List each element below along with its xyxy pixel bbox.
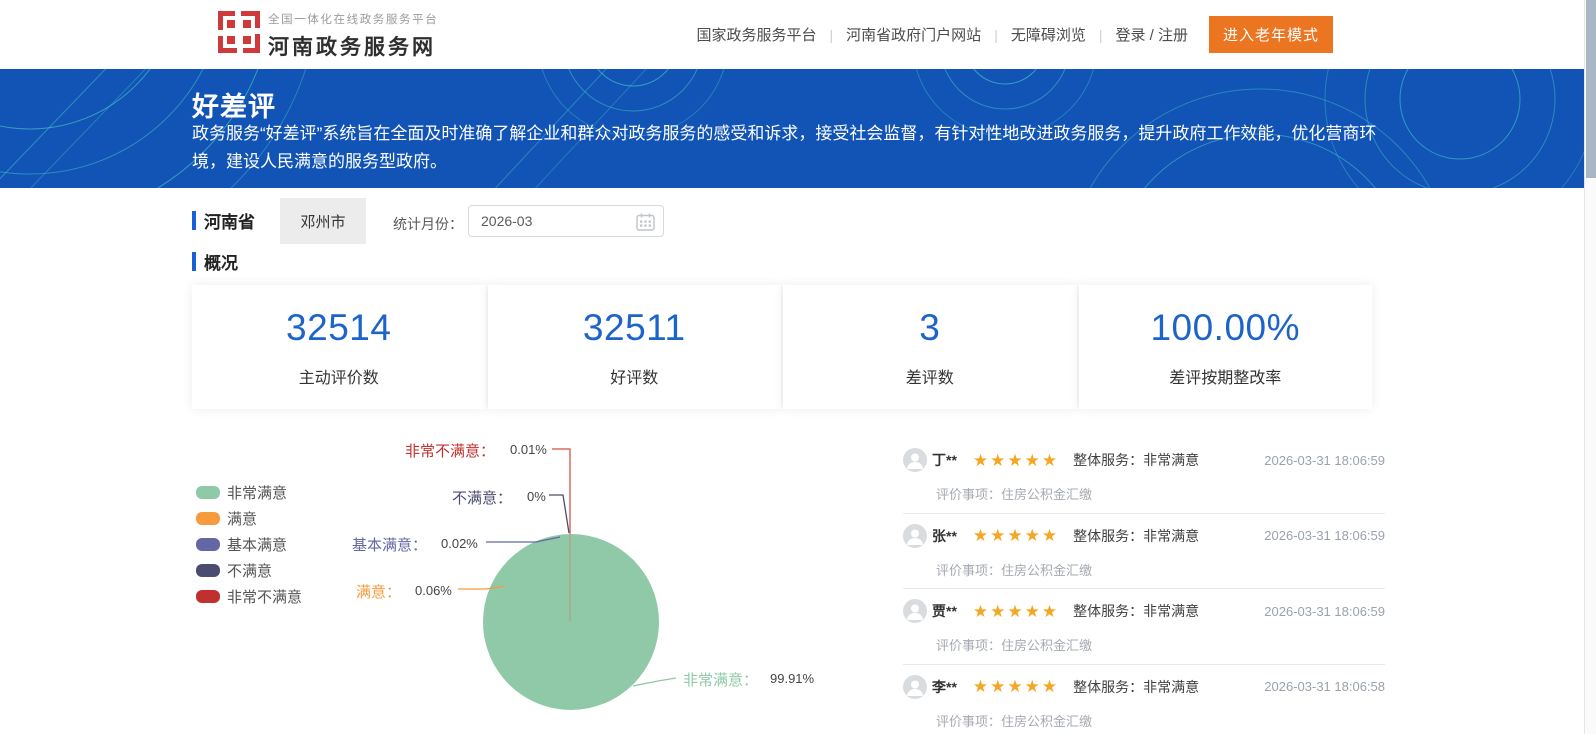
gov-logo-icon: [216, 9, 262, 55]
reviewer-name: 李**: [932, 677, 957, 697]
nav-link-national-platform[interactable]: 国家政务服务平台: [697, 24, 817, 45]
nav-separator: |: [994, 27, 998, 43]
page-title: 好差评: [192, 85, 276, 124]
legend-item-basically-satisfied[interactable]: 基本满意: [196, 536, 302, 552]
stat-card-total-evaluations: 32514 主动评价数: [192, 285, 486, 409]
page-scrollbar[interactable]: [1584, 0, 1596, 734]
review-matter: 评价事项：住房公积金汇缴: [936, 484, 1385, 503]
legend-swatch-icon: [196, 538, 220, 551]
review-list: 丁** ★★★★★ 整体服务：非常满意 2026-03-31 18:06:59 …: [903, 438, 1385, 740]
page-banner: 好差评 政务服务“好差评”系统旨在全面及时准确了解企业和群众对政务服务的感受和诉…: [0, 69, 1584, 188]
legend-item-satisfied[interactable]: 满意: [196, 510, 302, 526]
stat-label: 好评数: [610, 364, 658, 388]
star-rating-icon: ★★★★★: [973, 527, 1059, 544]
review-matter: 评价事项：住房公积金汇缴: [936, 711, 1385, 730]
month-picker[interactable]: [468, 205, 664, 237]
review-item: 丁** ★★★★★ 整体服务：非常满意 2026-03-31 18:06:59 …: [903, 438, 1385, 514]
legend-item-very-satisfied[interactable]: 非常满意: [196, 484, 302, 500]
stat-label: 主动评价数: [299, 364, 379, 388]
reviewer-name: 张**: [932, 526, 957, 546]
review-item: 张** ★★★★★ 整体服务：非常满意 2026-03-31 18:06:59 …: [903, 514, 1385, 590]
province-heading: 河南省: [192, 208, 255, 233]
overview-heading: 概况: [192, 249, 238, 274]
nav-link-henan-portal[interactable]: 河南省政府门户网站: [846, 24, 981, 45]
pie-slice-very-satisfied: [483, 534, 659, 710]
province-name: 河南省: [204, 208, 255, 233]
overall-service-rating: 整体服务：非常满意: [1073, 601, 1199, 621]
pie-label-basically-satisfied: 基本满意：: [352, 534, 427, 555]
pie-label-dissatisfied: 不满意：: [452, 487, 512, 508]
overall-service-rating: 整体服务：非常满意: [1073, 677, 1199, 697]
review-matter: 评价事项：住房公积金汇缴: [936, 635, 1385, 654]
star-rating-icon: ★★★★★: [973, 603, 1059, 620]
review-timestamp: 2026-03-31 18:06:58: [1264, 679, 1385, 694]
review-timestamp: 2026-03-31 18:06:59: [1264, 528, 1385, 543]
stat-value: 3: [919, 307, 940, 349]
reviewer-name: 贾**: [932, 601, 957, 621]
legend-swatch-icon: [196, 564, 220, 577]
scrollbar-thumb[interactable]: [1586, 0, 1596, 178]
calendar-icon[interactable]: [636, 213, 655, 231]
reviewer-name: 丁**: [932, 450, 957, 470]
overall-service-rating: 整体服务：非常满意: [1073, 450, 1199, 470]
stat-value: 32514: [286, 307, 391, 349]
overview-stat-cards: 32514 主动评价数 32511 好评数 3 差评数 100.00% 差评按期…: [192, 285, 1372, 409]
legend-swatch-icon: [196, 512, 220, 525]
platform-name: 全国一体化在线政务服务平台: [268, 11, 438, 27]
stat-label: 差评按期整改率: [1169, 364, 1281, 388]
legend-item-very-dissatisfied[interactable]: 非常不满意: [196, 588, 302, 604]
nav-separator: |: [1099, 27, 1103, 43]
review-item: 李** ★★★★★ 整体服务：非常满意 2026-03-31 18:06:58 …: [903, 665, 1385, 740]
elder-mode-button[interactable]: 进入老年模式: [1209, 16, 1333, 53]
review-item: 贾** ★★★★★ 整体服务：非常满意 2026-03-31 18:06:59 …: [903, 589, 1385, 665]
city-tab-dengzhou[interactable]: 邓州市: [280, 198, 366, 244]
top-header: 全国一体化在线政务服务平台 河南政务服务网 国家政务服务平台 | 河南省政府门户…: [0, 0, 1584, 69]
legend-swatch-icon: [196, 486, 220, 499]
review-timestamp: 2026-03-31 18:06:59: [1264, 604, 1385, 619]
pie-value-dissatisfied: 0%: [527, 489, 546, 504]
legend-item-dissatisfied[interactable]: 不满意: [196, 562, 302, 578]
nav-link-login-register[interactable]: 登录 / 注册: [1115, 24, 1188, 45]
month-filter-label: 统计月份：: [393, 214, 463, 234]
pie-value-basically-satisfied: 0.02%: [441, 536, 478, 551]
star-rating-icon: ★★★★★: [973, 452, 1059, 469]
nav-link-accessibility[interactable]: 无障碍浏览: [1011, 24, 1086, 45]
user-avatar-icon: [903, 675, 927, 699]
stat-card-bad-reviews: 3 差评数: [783, 285, 1077, 409]
overall-service-rating: 整体服务：非常满意: [1073, 526, 1199, 546]
pie-value-very-satisfied: 99.91%: [770, 671, 814, 686]
review-matter: 评价事项：住房公积金汇缴: [936, 560, 1385, 579]
top-nav: 国家政务服务平台 | 河南省政府门户网站 | 无障碍浏览 | 登录 / 注册 进…: [697, 0, 1333, 69]
user-avatar-icon: [903, 448, 927, 472]
pie-value-very-dissatisfied: 0.01%: [510, 442, 547, 457]
stat-value: 100.00%: [1150, 307, 1300, 349]
review-timestamp: 2026-03-31 18:06:59: [1264, 453, 1385, 468]
user-avatar-icon: [903, 599, 927, 623]
stat-value: 32511: [583, 307, 686, 349]
user-avatar-icon: [903, 524, 927, 548]
pie-label-very-dissatisfied: 非常不满意：: [405, 440, 495, 461]
stat-label: 差评数: [906, 364, 954, 388]
overview-title: 概况: [204, 249, 238, 274]
heading-accent-bar: [192, 252, 196, 271]
stat-card-good-reviews: 32511 好评数: [488, 285, 782, 409]
pie-value-satisfied: 0.06%: [415, 583, 452, 598]
nav-separator: |: [830, 27, 834, 43]
site-name: 河南政务服务网: [268, 31, 438, 61]
pie-label-satisfied: 满意：: [356, 581, 401, 602]
stat-card-rectification-rate: 100.00% 差评按期整改率: [1079, 285, 1373, 409]
pie-label-very-satisfied: 非常满意：: [683, 669, 758, 690]
legend-swatch-icon: [196, 590, 220, 603]
heading-accent-bar: [192, 211, 196, 230]
chart-legend: 非常满意 满意 基本满意 不满意 非常不满意: [196, 484, 302, 614]
page-description: 政务服务“好差评”系统旨在全面及时准确了解企业和群众对政务服务的感受和诉求，接受…: [192, 120, 1377, 175]
logo-text-block: 全国一体化在线政务服务平台 河南政务服务网: [268, 11, 438, 61]
star-rating-icon: ★★★★★: [973, 678, 1059, 695]
month-input[interactable]: [469, 206, 629, 236]
